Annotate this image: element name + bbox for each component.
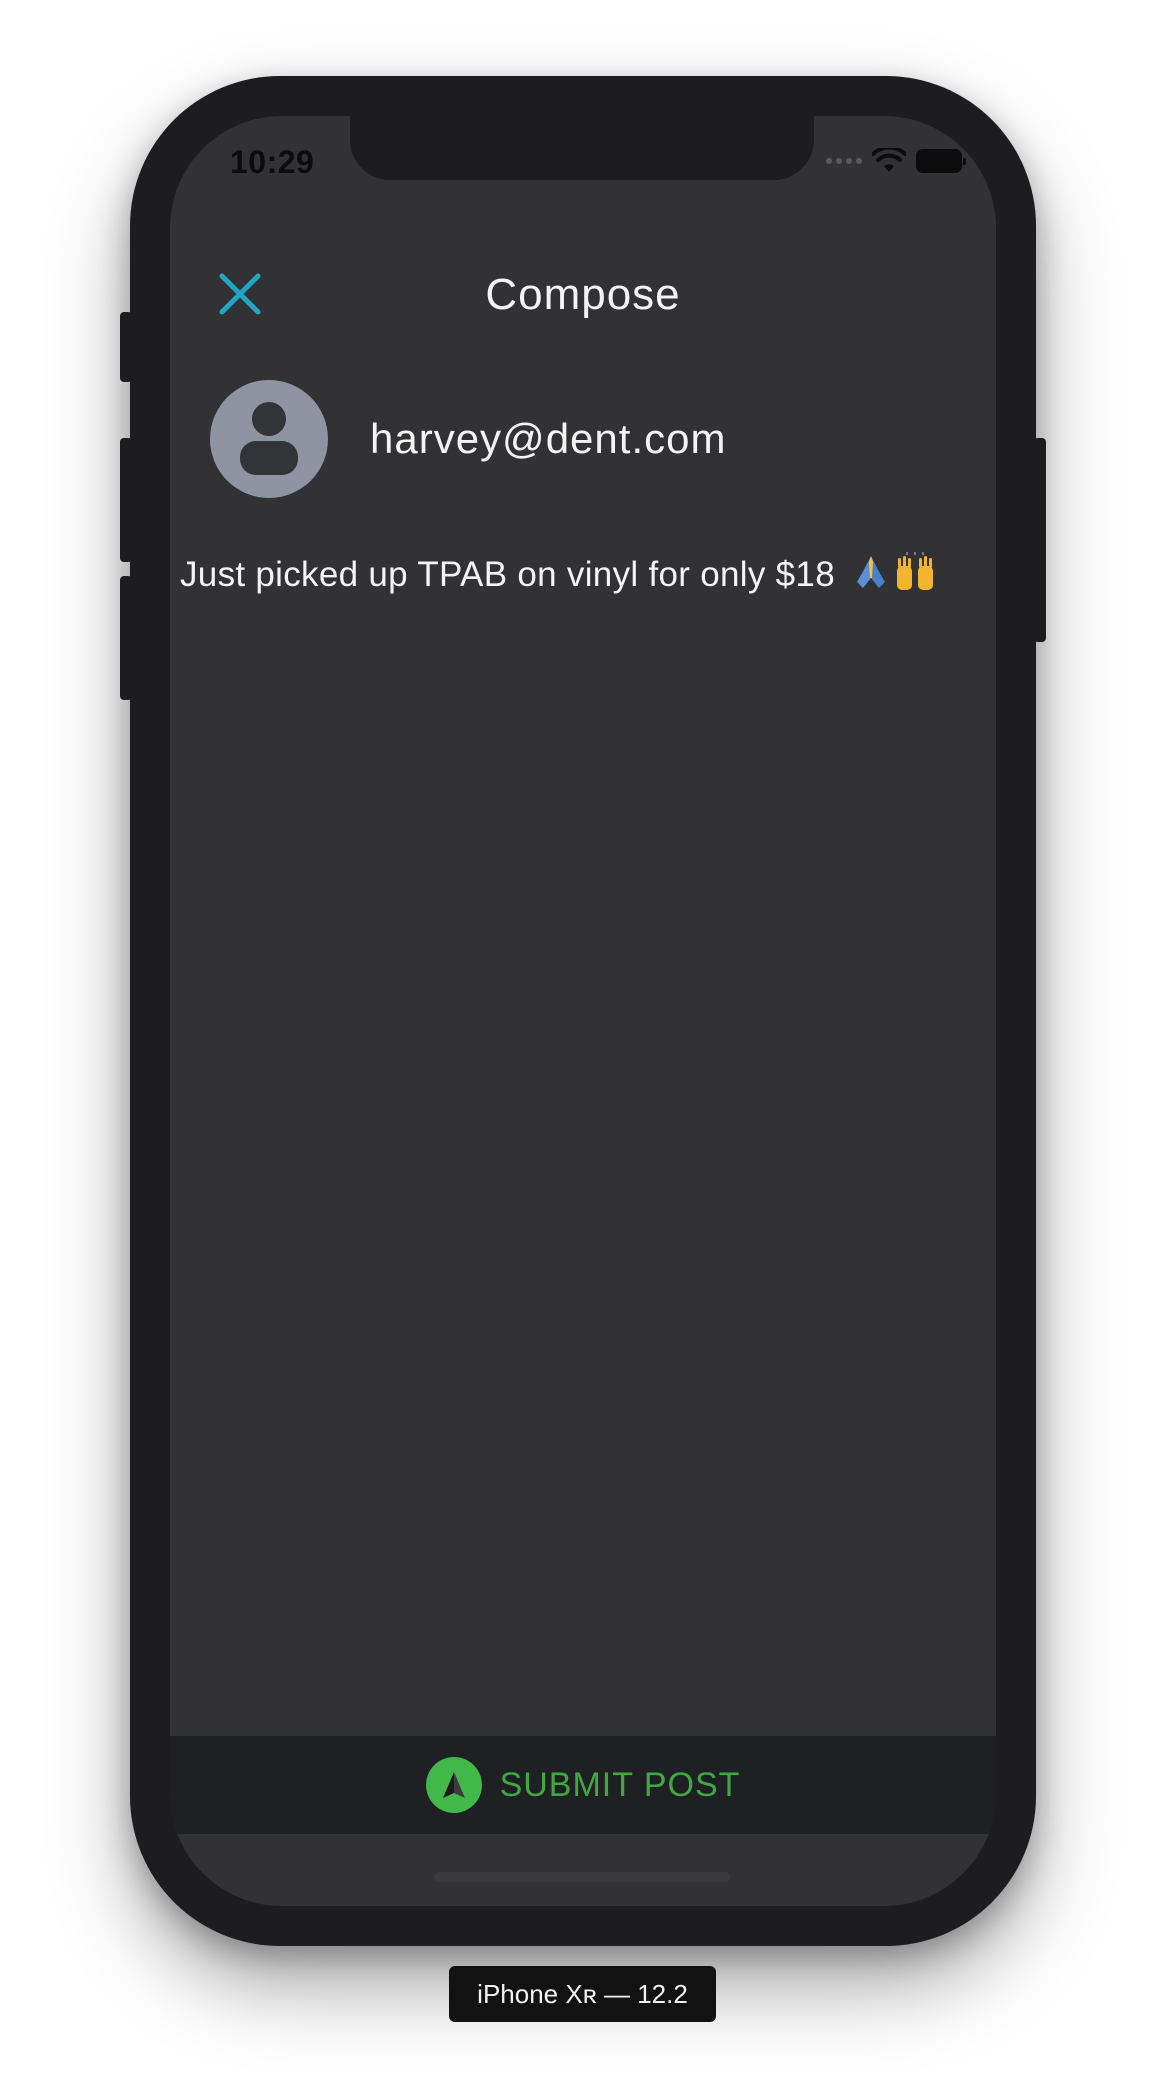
author-row: harvey@dent.com xyxy=(210,380,726,498)
folded-hands-emoji xyxy=(857,556,885,588)
simulator-stage: 10:29 Compose harvey@dent.com Just picke… xyxy=(0,0,1168,2096)
battery-icon xyxy=(916,149,966,173)
volume-up-button xyxy=(120,438,132,562)
volume-down-button xyxy=(120,576,132,700)
cellular-signal-icon xyxy=(826,158,862,164)
author-email: harvey@dent.com xyxy=(370,415,727,462)
nav-bar: Compose xyxy=(170,246,996,346)
home-indicator xyxy=(434,1872,730,1882)
notch xyxy=(350,116,814,180)
raised-hands-emoji xyxy=(897,552,933,590)
page-title: Compose xyxy=(485,270,681,319)
app-screen: 10:29 Compose harvey@dent.com Just picke… xyxy=(170,116,996,1906)
paper-plane-icon xyxy=(442,1772,465,1798)
submit-icon-badge xyxy=(425,1757,482,1813)
power-button xyxy=(1034,438,1046,642)
person-icon xyxy=(240,402,298,475)
submit-post-button[interactable]: SUBMIT POST xyxy=(170,1736,996,1834)
post-text: Just picked up TPAB on vinyl for only $1… xyxy=(180,555,835,594)
wifi-icon xyxy=(872,148,906,172)
submit-post-label: SUBMIT POST xyxy=(499,1765,741,1804)
post-text-field[interactable]: Just picked up TPAB on vinyl for only $1… xyxy=(180,552,986,595)
post-emojis xyxy=(851,552,937,592)
silent-switch xyxy=(120,312,132,382)
avatar xyxy=(210,380,328,498)
status-indicators xyxy=(826,148,966,174)
status-time: 10:29 xyxy=(230,144,315,180)
iphone-frame: 10:29 Compose harvey@dent.com Just picke… xyxy=(120,76,1046,1946)
device-label: iPhone Xʀ — 12.2 xyxy=(449,1966,716,2022)
